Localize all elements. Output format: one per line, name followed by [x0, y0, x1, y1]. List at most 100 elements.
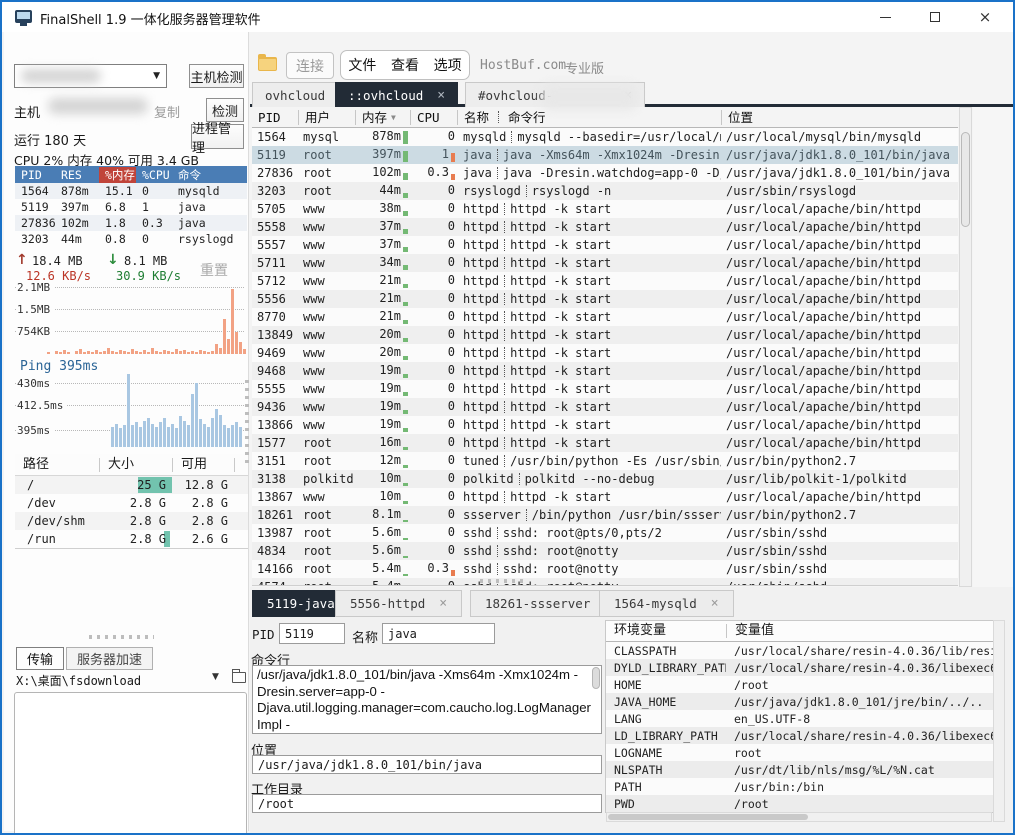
process-row[interactable]: 5705www38m0httpdhttpd -k start/usr/local… — [252, 200, 958, 218]
mini-process-row[interactable]: 27836102m1.80.3java — [15, 215, 247, 231]
env-row[interactable]: CLASSPATH/usr/local/share/resin-4.0.36/l… — [606, 642, 993, 659]
cmdline-field[interactable]: /usr/java/jdk1.8.0_101/bin/java -Xms64m … — [253, 666, 601, 733]
mini-process-row[interactable]: 5119397m6.81java — [15, 199, 247, 215]
host-check-button[interactable]: 主机检测 — [189, 64, 244, 88]
env-row[interactable]: DYLD_LIBRARY_PATH/usr/local/share/resin-… — [606, 659, 993, 676]
left-splitter-handle[interactable] — [89, 635, 154, 639]
tab-server-accel[interactable]: 服务器加速 — [66, 647, 153, 670]
name-field[interactable] — [382, 623, 495, 644]
process-row[interactable]: 13849www20m0httpdhttpd -k start/usr/loca… — [252, 326, 958, 344]
process-row[interactable]: 1564mysql878m0mysqldmysqld --basedir=/us… — [252, 128, 958, 146]
env-row[interactable]: JAVA_HOME/usr/java/jdk1.8.0_101/jre/bin/… — [606, 693, 993, 710]
scrollbar-thumb[interactable] — [608, 814, 808, 820]
process-row[interactable]: 5711www34m0httpdhttpd -k start/usr/local… — [252, 254, 958, 272]
process-row[interactable]: 5558www37m0httpdhttpd -k start/usr/local… — [252, 218, 958, 236]
menu-file[interactable]: 文件 — [348, 55, 376, 75]
mini-col-pid[interactable]: PID — [15, 168, 55, 182]
env-row[interactable]: LD_LIBRARY_PATH/usr/local/share/resin-4.… — [606, 727, 993, 744]
cmdline-scrollbar[interactable] — [592, 667, 600, 689]
conn-tab-ovhcloud-active[interactable]: ::ovhcloud × — [335, 82, 458, 107]
connect-button[interactable]: 连接 — [286, 52, 334, 79]
process-row[interactable]: 13867www10m0httpdhttpd -k start/usr/loca… — [252, 488, 958, 506]
process-row[interactable]: 18261root8.1m0ssserver/bin/python /usr/b… — [252, 506, 958, 524]
process-row[interactable]: 13866www19m0httpdhttpd -k start/usr/loca… — [252, 416, 958, 434]
menu-view[interactable]: 查看 — [391, 55, 419, 75]
env-row[interactable]: PATH/usr/bin:/bin — [606, 778, 993, 795]
mini-col-cmd[interactable]: 命令 — [172, 167, 247, 183]
env-row[interactable]: PWD/root — [606, 795, 993, 812]
process-row[interactable]: 5557www37m0httpdhttpd -k start/usr/local… — [252, 236, 958, 254]
process-manage-button[interactable]: 进程管理 — [191, 124, 244, 149]
host-combobox[interactable]: ▼ — [14, 64, 167, 88]
env-col-name[interactable]: 环境变量 — [606, 624, 726, 638]
detail-tab-httpd[interactable]: 5556-httpd × — [335, 590, 462, 617]
tab-close-icon[interactable]: × — [439, 596, 447, 611]
transfer-list[interactable] — [14, 692, 247, 835]
process-row[interactable]: 5119root397m1javajava -Xms64m -Xmx1024m … — [252, 146, 958, 164]
env-row[interactable]: HOME/root — [606, 676, 993, 693]
process-row[interactable]: 9436www19m0httpdhttpd -k start/usr/local… — [252, 398, 958, 416]
process-row[interactable]: 27836root102m0.3javajava -Dresin.watchdo… — [252, 164, 958, 182]
main-splitter-handle[interactable] — [245, 380, 249, 465]
mini-col-mem[interactable]: %内存 — [99, 167, 136, 183]
env-vscrollbar-track[interactable] — [993, 620, 1005, 822]
workdir-field[interactable] — [252, 794, 602, 813]
maximize-icon[interactable] — [913, 2, 957, 32]
mini-col-cpu[interactable]: %CPU — [136, 168, 172, 182]
disk-row[interactable]: /25 G12.8 G — [15, 476, 248, 494]
download-path[interactable]: X:\桌面\fsdownload — [16, 672, 141, 689]
tab-close-icon[interactable]: × — [711, 596, 719, 611]
scrollbar-thumb[interactable] — [961, 132, 970, 227]
location-field[interactable] — [252, 755, 602, 774]
process-row[interactable]: 9468www19m0httpdhttpd -k start/usr/local… — [252, 362, 958, 380]
process-row[interactable]: 14166root5.4m0.3sshdsshd: root@notty/usr… — [252, 560, 958, 578]
env-hscrollbar[interactable] — [606, 812, 992, 822]
disk-row[interactable]: /dev/shm2.8 G2.8 G — [15, 512, 248, 530]
col-user[interactable]: 用户 — [298, 110, 355, 125]
menu-options[interactable]: 选项 — [434, 55, 462, 75]
bottom-splitter-handle[interactable] — [480, 579, 528, 583]
process-row[interactable]: 4574root5.4m0sshdsshd: root@notty/usr/sb… — [252, 578, 958, 586]
process-row[interactable]: 4834root5.6m0sshdsshd: root@notty/usr/sb… — [252, 542, 958, 560]
process-table-scrollbar[interactable] — [959, 107, 972, 587]
disk-col-path[interactable]: 路径 — [15, 458, 99, 472]
process-row[interactable]: 9469www20m0httpdhttpd -k start/usr/local… — [252, 344, 958, 362]
env-col-value[interactable]: 变量值 — [726, 624, 993, 638]
mini-process-row[interactable]: 320344m0.80rsyslogd — [15, 231, 247, 247]
pid-field[interactable] — [279, 623, 345, 644]
tab-transfer[interactable]: 传输 — [16, 647, 64, 670]
mini-col-res[interactable]: RES — [55, 168, 99, 182]
process-row[interactable]: 5556www21m0httpdhttpd -k start/usr/local… — [252, 290, 958, 308]
pro-version-link[interactable]: 专业版 — [565, 58, 604, 77]
env-row[interactable]: LOGNAMEroot — [606, 744, 993, 761]
env-row[interactable]: LANGen_US.UTF-8 — [606, 710, 993, 727]
copy-link[interactable]: 复制 — [154, 102, 180, 121]
col-cpu[interactable]: CPU — [410, 110, 457, 125]
disk-row[interactable]: /run2.8 G2.6 G — [15, 530, 248, 548]
detail-tab-mysqld[interactable]: 1564-mysqld × — [599, 590, 734, 617]
hostbuf-link[interactable]: HostBuf.com — [480, 58, 566, 73]
path-dropdown-icon[interactable]: ▼ — [212, 672, 219, 682]
col-location[interactable]: 位置 — [721, 110, 958, 125]
reset-button[interactable]: 重置 — [200, 260, 228, 280]
process-row[interactable]: 3203root44m0rsyslogdrsyslogd -n/usr/sbin… — [252, 182, 958, 200]
process-row[interactable]: 5555www19m0httpdhttpd -k start/usr/local… — [252, 380, 958, 398]
process-row[interactable]: 13987root5.6m0sshdsshd: root@pts/0,pts/2… — [252, 524, 958, 542]
tab-close-icon[interactable]: × — [437, 88, 445, 103]
disk-col-avail[interactable]: 可用 — [172, 458, 234, 472]
process-row[interactable]: 8770www21m0httpdhttpd -k start/usr/local… — [252, 308, 958, 326]
env-row[interactable]: NLSPATH/usr/dt/lib/nls/msg/%L/%N.cat — [606, 761, 993, 778]
process-row[interactable]: 5712www21m0httpdhttpd -k start/usr/local… — [252, 272, 958, 290]
folder-icon[interactable] — [258, 57, 277, 71]
disk-row[interactable]: /dev2.8 G2.8 G — [15, 494, 248, 512]
minimize-icon[interactable] — [863, 2, 907, 32]
col-name-cmd[interactable]: 名称命令行 — [457, 110, 721, 125]
process-row[interactable]: 1577root16m0httpdhttpd -k start/usr/loca… — [252, 434, 958, 452]
mini-process-row[interactable]: 1564878m15.10mysqld — [15, 183, 247, 199]
process-row[interactable]: 3151root12m0tuned/usr/bin/python -Es /us… — [252, 452, 958, 470]
open-folder-icon[interactable] — [232, 672, 246, 683]
disk-col-size[interactable]: 大小 — [99, 458, 172, 472]
close-icon[interactable]: × — [963, 2, 1007, 32]
col-mem[interactable]: 内存▼ — [355, 110, 410, 125]
process-row[interactable]: 3138polkitd10m0polkitdpolkitd --no-debug… — [252, 470, 958, 488]
